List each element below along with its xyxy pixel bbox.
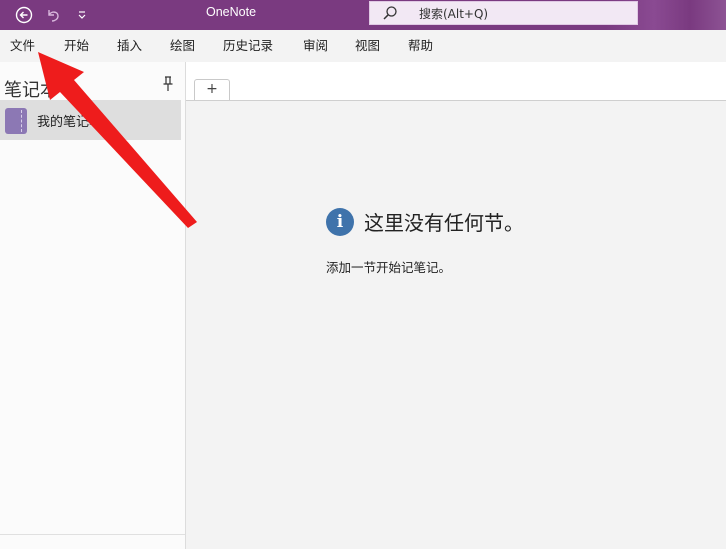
menu-history[interactable]: 历史记录 <box>223 30 273 62</box>
search-box[interactable]: 搜索(Alt+Q) <box>369 1 638 25</box>
quick-access-customize-button[interactable] <box>69 0 95 30</box>
notebook-label: 我的笔记本 <box>37 115 103 130</box>
undo-button[interactable] <box>40 0 66 30</box>
ribbon-menu-bar: 文件 开始 插入 绘图 历史记录 审阅 视图 帮助 <box>0 30 726 63</box>
menu-file[interactable]: 文件 <box>10 30 35 62</box>
menu-view[interactable]: 视图 <box>355 30 380 62</box>
empty-state-title: 这里没有任何节。 <box>364 211 524 235</box>
pin-icon <box>163 76 173 91</box>
notebook-item[interactable]: 我的笔记本 <box>0 100 181 140</box>
back-arrow-icon <box>15 6 33 24</box>
section-tab-strip: + <box>186 62 726 101</box>
notebook-pane-title: 笔记本 <box>4 80 58 101</box>
search-icon <box>370 5 410 21</box>
menu-draw[interactable]: 绘图 <box>170 30 195 62</box>
menu-help[interactable]: 帮助 <box>408 30 433 62</box>
menu-home[interactable]: 开始 <box>64 30 89 62</box>
chevron-down-icon <box>78 11 86 19</box>
page-canvas: i 这里没有任何节。 添加一节开始记笔记。 <box>186 101 726 549</box>
add-section-tab[interactable]: + <box>194 79 230 100</box>
app-title: OneNote <box>205 5 257 19</box>
pane-footer <box>0 534 185 549</box>
back-button[interactable] <box>11 0 37 30</box>
menu-review[interactable]: 审阅 <box>303 30 328 62</box>
notebook-icon <box>5 108 27 134</box>
title-bar: OneNote 搜索(Alt+Q) <box>0 0 726 30</box>
info-icon: i <box>326 207 354 236</box>
empty-state-subtitle: 添加一节开始记笔记。 <box>326 260 452 275</box>
undo-icon <box>48 10 59 22</box>
pin-pane-button[interactable] <box>161 76 175 96</box>
notebook-pane: 笔记本 我的笔记本 <box>0 62 186 549</box>
menu-insert[interactable]: 插入 <box>117 30 142 62</box>
search-placeholder: 搜索(Alt+Q) <box>419 6 489 21</box>
empty-state-heading: i 这里没有任何节。 <box>326 207 524 236</box>
